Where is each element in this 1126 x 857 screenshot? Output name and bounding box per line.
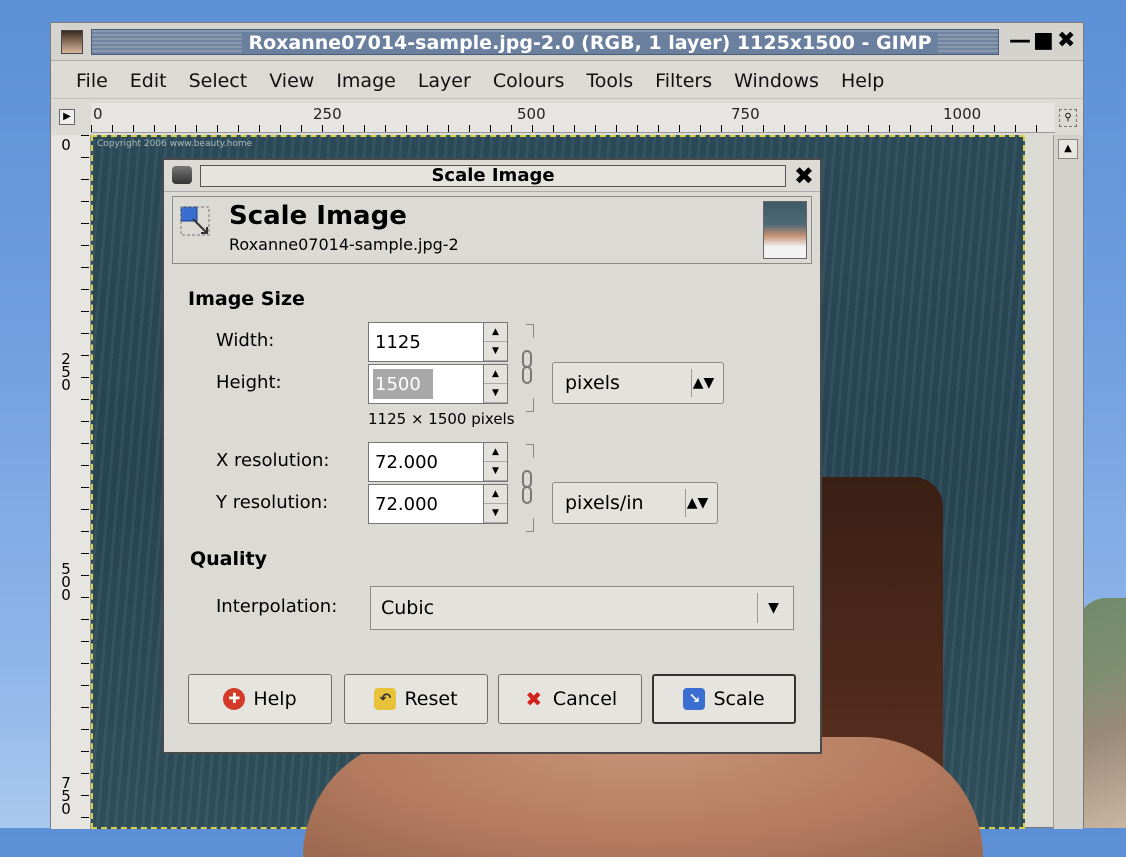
- ruler-label: 500: [61, 560, 71, 604]
- copyright-watermark: Copyright 2006 www.beauty.home: [97, 139, 253, 149]
- lifebuoy-icon: ✚: [223, 688, 246, 710]
- help-button[interactable]: ✚ Help: [188, 674, 332, 724]
- spin-down-icon[interactable]: ▼: [484, 462, 507, 481]
- width-label: Width:: [216, 330, 275, 351]
- menu-layer[interactable]: Layer: [407, 70, 482, 92]
- dialog-title: Scale Image: [431, 165, 555, 186]
- ruler-label: 750: [61, 774, 71, 818]
- scale-button[interactable]: ↘ Scale: [652, 674, 796, 724]
- menu-windows[interactable]: Windows: [723, 70, 830, 92]
- menu-filters[interactable]: Filters: [644, 70, 723, 92]
- size-unit-combo[interactable]: pixels ▲▼: [552, 362, 724, 404]
- close-icon[interactable]: ✖: [1057, 29, 1075, 53]
- chain-link-resolution-icon[interactable]: [516, 444, 538, 532]
- ruler-label: 250: [61, 350, 71, 394]
- height-input[interactable]: [373, 369, 433, 399]
- title-bar[interactable]: Roxanne07014-sample.jpg-2.0 (RGB, 1 laye…: [91, 29, 999, 55]
- quality-heading: Quality: [190, 548, 267, 570]
- menu-edit[interactable]: Edit: [119, 70, 178, 92]
- navigate-icon[interactable]: ▶: [59, 109, 75, 125]
- ruler-label: 0: [93, 105, 103, 123]
- x-resolution-input[interactable]: [369, 443, 481, 481]
- ruler-label: 500: [517, 105, 546, 123]
- spin-down-icon[interactable]: ▼: [484, 342, 507, 361]
- image-thumbnail: [763, 201, 807, 259]
- close-icon[interactable]: ✖: [794, 162, 814, 190]
- scroll-up-icon[interactable]: ▲: [1058, 139, 1078, 159]
- menu-colours[interactable]: Colours: [482, 70, 576, 92]
- spin-down-icon[interactable]: ▼: [484, 504, 507, 523]
- interpolation-combo[interactable]: Cubic ▼: [370, 586, 794, 630]
- help-button-label: Help: [253, 688, 297, 710]
- spin-up-icon[interactable]: ▲: [484, 365, 507, 384]
- horizontal-ruler[interactable]: 0 250 500 750 1000: [91, 103, 1055, 133]
- window-thumbnail-icon: [61, 30, 83, 54]
- cancel-button[interactable]: ✖ Cancel: [498, 674, 642, 724]
- interpolation-label: Interpolation:: [216, 596, 338, 617]
- vertical-ruler[interactable]: 0 250 500 750: [51, 135, 91, 829]
- undo-icon: ↶: [374, 688, 397, 710]
- spin-down-icon[interactable]: ▼: [484, 384, 507, 403]
- y-resolution-input[interactable]: [369, 485, 481, 523]
- spin-up-icon[interactable]: ▲: [484, 485, 507, 504]
- image-size-heading: Image Size: [188, 288, 305, 310]
- ruler-label: 1000: [943, 105, 982, 123]
- height-spinbutton[interactable]: ▲▼: [368, 364, 508, 404]
- gimp-wilber-icon: [172, 166, 192, 184]
- resolution-unit-value: pixels/in: [565, 492, 644, 514]
- vertical-scrollbar[interactable]: ▲: [1053, 135, 1083, 829]
- updown-arrows-icon: ▲▼: [685, 489, 709, 517]
- dimensions-text: 1125 × 1500 pixels: [368, 410, 515, 428]
- resolution-unit-combo[interactable]: pixels/in ▲▼: [552, 482, 718, 524]
- menu-help[interactable]: Help: [830, 70, 895, 92]
- dialog-titlebar[interactable]: Scale Image ✖: [164, 160, 820, 192]
- scale-image-dialog: Scale Image ✖ Scale Image Roxanne07014-s…: [162, 158, 822, 754]
- menu-select[interactable]: Select: [178, 70, 259, 92]
- size-unit-value: pixels: [565, 372, 620, 394]
- scale-button-label: Scale: [713, 688, 765, 710]
- header-title: Scale Image: [229, 201, 407, 231]
- height-label: Height:: [216, 372, 282, 393]
- image-person: [303, 737, 983, 857]
- spin-up-icon[interactable]: ▲: [484, 443, 507, 462]
- y-resolution-spinbutton[interactable]: ▲▼: [368, 484, 508, 524]
- minimize-icon[interactable]: —: [1009, 29, 1031, 53]
- spin-up-icon[interactable]: ▲: [484, 323, 507, 342]
- dialog-title-bar[interactable]: Scale Image: [200, 165, 786, 187]
- interpolation-value: Cubic: [381, 597, 435, 619]
- cancel-x-icon: ✖: [525, 687, 543, 711]
- reset-button-label: Reset: [404, 688, 458, 710]
- chain-link-size-icon[interactable]: [516, 324, 538, 412]
- menu-tools[interactable]: Tools: [575, 70, 644, 92]
- width-spinbutton[interactable]: ▲▼: [368, 322, 508, 362]
- scale-tool-icon: ↘: [683, 688, 706, 710]
- window-title: Roxanne07014-sample.jpg-2.0 (RGB, 1 laye…: [242, 32, 938, 54]
- width-input[interactable]: [369, 323, 481, 361]
- menubar: File Edit Select View Image Layer Colour…: [51, 63, 1083, 99]
- ruler-label: 0: [61, 136, 71, 154]
- menu-view[interactable]: View: [258, 70, 325, 92]
- header-subtitle: Roxanne07014-sample.jpg-2: [229, 235, 459, 254]
- x-resolution-spinbutton[interactable]: ▲▼: [368, 442, 508, 482]
- y-resolution-label: Y resolution:: [216, 492, 329, 513]
- maximize-icon[interactable]: ■: [1033, 29, 1054, 53]
- updown-arrows-icon: ▲▼: [691, 369, 715, 397]
- reset-button[interactable]: ↶ Reset: [344, 674, 488, 724]
- window-titlebar[interactable]: Roxanne07014-sample.jpg-2.0 (RGB, 1 laye…: [51, 23, 1083, 61]
- scale-tool-icon: [180, 206, 210, 236]
- x-resolution-label: X resolution:: [216, 450, 330, 471]
- chevron-down-icon: ▼: [757, 593, 789, 623]
- cancel-button-label: Cancel: [552, 688, 618, 710]
- ruler-label: 250: [313, 105, 342, 123]
- menu-image[interactable]: Image: [325, 70, 407, 92]
- dialog-header: Scale Image Roxanne07014-sample.jpg-2: [172, 196, 812, 264]
- ruler-label: 750: [731, 105, 760, 123]
- menu-file[interactable]: File: [65, 70, 119, 92]
- zoom-icon[interactable]: ⚲: [1059, 109, 1077, 127]
